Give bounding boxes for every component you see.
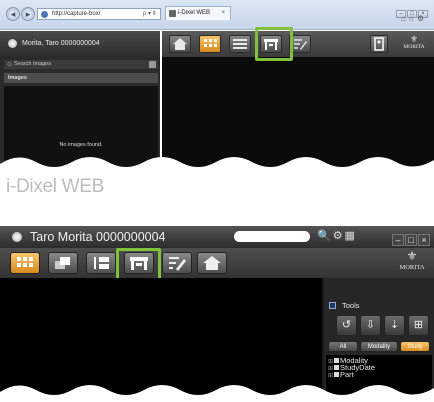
morita-logo: ⚜ MORITA <box>397 34 431 51</box>
top-screenshot: ◂ ▸ http://capture-box/ ρ ▾ ¢ i-Dixel WE… <box>0 0 434 174</box>
app-logo-icon <box>8 39 17 48</box>
tree-item[interactable]: ⊞ Part <box>328 371 432 379</box>
refresh-button[interactable]: ↺ <box>336 315 357 336</box>
browser-chrome: ◂ ▸ http://capture-box/ ρ ▾ ¢ i-Dixel WE… <box>0 0 434 30</box>
browser-tool-icons[interactable]: ⌂☆⚙ <box>401 14 426 23</box>
tab-favicon-icon <box>169 10 176 17</box>
home-button[interactable] <box>169 35 191 53</box>
address-url: http://capture-box/ <box>52 11 101 17</box>
export-icon: ⇣ <box>389 319 400 331</box>
tools-toggle-icon[interactable] <box>329 302 336 309</box>
refresh-icon: ↺ <box>341 319 352 331</box>
layers-icon <box>55 257 70 269</box>
tools-label: Tools <box>342 301 360 310</box>
minimize-button[interactable]: – <box>392 234 404 246</box>
figure: ◂ ▸ http://capture-box/ ρ ▾ ¢ i-Dixel WE… <box>0 0 434 402</box>
exit-button[interactable] <box>370 35 388 53</box>
folder-icon <box>334 365 339 370</box>
folder-icon <box>334 358 339 363</box>
search-images-bar[interactable]: ⊙ Search Images <box>4 60 158 69</box>
user-bar: Morita, Taro 0000000004 <box>0 31 160 56</box>
home-icon <box>173 38 187 50</box>
logo-text: MORITA <box>403 44 425 50</box>
back-button[interactable]: ◂ <box>6 7 20 21</box>
report-button[interactable] <box>162 252 192 274</box>
search-input[interactable] <box>234 231 310 242</box>
close-button[interactable]: × <box>418 234 430 246</box>
close-tab-icon[interactable]: × <box>221 7 225 20</box>
grid-icon <box>204 39 217 47</box>
torn-edge <box>0 385 434 402</box>
edit-icon <box>169 257 186 271</box>
filter-tab-study[interactable]: Study <box>400 341 430 352</box>
top-toolbar: ⚜ MORITA <box>162 31 434 57</box>
highlight-box <box>255 27 293 61</box>
list-icon <box>233 39 247 49</box>
main-toolbar: ⚜ MORITA <box>0 248 434 278</box>
folder-icon <box>334 372 339 377</box>
browser-tab[interactable]: i-Dixel WEB × <box>165 6 231 20</box>
torn-edge-top <box>0 192 434 226</box>
edit-icon <box>294 39 307 50</box>
list-view-button[interactable] <box>229 35 251 53</box>
title-tool-icons[interactable]: 🔍⚙▦ <box>317 229 357 242</box>
window-controls: – □ × <box>391 230 430 248</box>
filter-tab-all[interactable]: All <box>328 341 358 352</box>
import-icon: ⇩ <box>365 319 376 331</box>
browser-tab-title: i-Dixel WEB <box>178 10 211 16</box>
grid-icon <box>17 257 33 267</box>
logo-text: MORITA <box>399 264 425 271</box>
home-icon <box>203 256 221 270</box>
thumbnail-view-button[interactable] <box>10 252 40 274</box>
filter-tab-modality[interactable]: Modality <box>360 341 398 352</box>
exit-door-icon <box>374 37 384 51</box>
bottom-screenshot: Taro Morita 0000000004 🔍⚙▦ – □ × ⚜ MORIT… <box>0 226 434 402</box>
patient-title: Taro Morita 0000000004 <box>30 230 166 244</box>
compare-tool-button[interactable]: ⊞ <box>408 315 429 336</box>
highlight-box <box>116 248 161 282</box>
home-button[interactable] <box>197 252 227 274</box>
site-icon <box>41 11 48 18</box>
empty-message: No images found. <box>59 142 103 148</box>
address-controls[interactable]: ρ ▾ ¢ <box>143 9 156 19</box>
layout-view-button[interactable] <box>48 252 78 274</box>
search-label: Search Images <box>14 61 51 67</box>
morita-logo: ⚜ MORITA <box>393 250 431 272</box>
expand-icon[interactable] <box>149 61 156 68</box>
export-button[interactable]: ⇣ <box>384 315 405 336</box>
search-icon: ⊙ <box>7 62 13 68</box>
user-label: Morita, Taro 0000000004 <box>22 40 100 47</box>
tools-header[interactable]: Tools <box>328 300 434 312</box>
forward-button[interactable]: ▸ <box>21 7 35 21</box>
address-bar[interactable]: http://capture-box/ ρ ▾ ¢ <box>37 8 161 20</box>
torn-edge <box>0 157 434 174</box>
morita-emblem-icon: ⚜ <box>409 34 419 44</box>
thumbnail-view-button[interactable] <box>199 35 221 53</box>
compare-icon <box>94 257 109 269</box>
import-button[interactable]: ⇩ <box>360 315 381 336</box>
app-title-bar: Taro Morita 0000000004 <box>0 226 434 248</box>
images-header: Images <box>4 73 158 83</box>
maximize-button[interactable]: □ <box>405 234 417 246</box>
app-logo-icon <box>12 232 22 242</box>
compare-icon: ⊞ <box>413 319 424 331</box>
compare-view-button[interactable] <box>86 252 116 274</box>
morita-emblem-icon: ⚜ <box>406 249 418 263</box>
